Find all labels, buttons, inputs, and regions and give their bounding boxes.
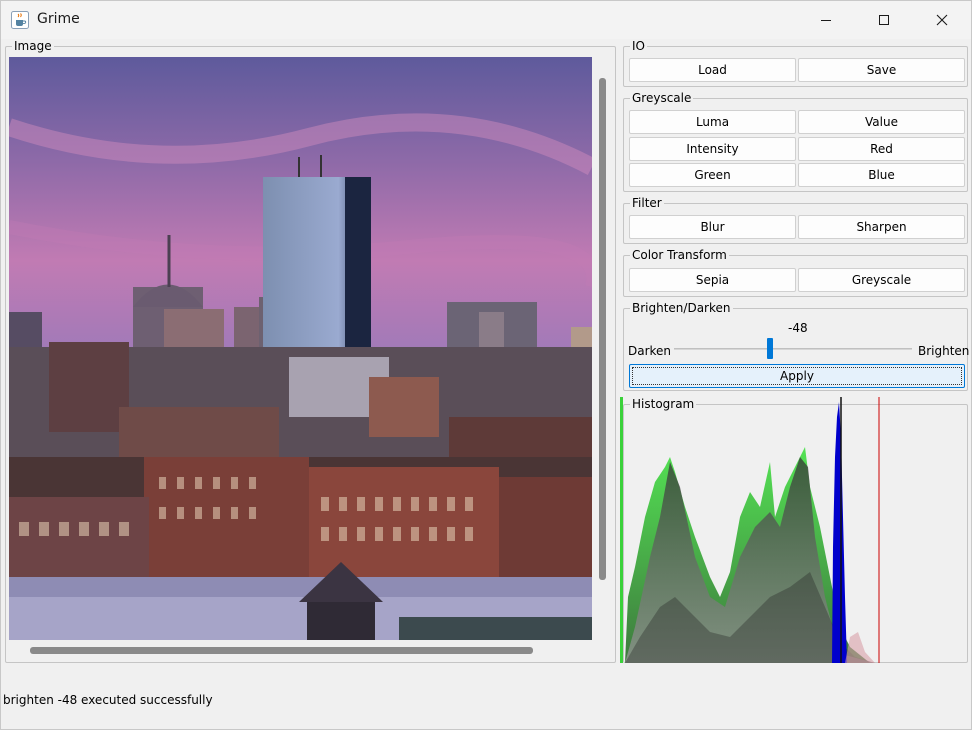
apply-button-label: Apply: [780, 369, 814, 383]
image-viewport[interactable]: [9, 57, 592, 640]
darken-label: Darken: [628, 344, 672, 358]
status-message: brighten -48 executed successfully: [3, 693, 213, 707]
green-button[interactable]: Green: [629, 163, 796, 187]
sepia-button[interactable]: Sepia: [629, 268, 796, 292]
intensity-button[interactable]: Intensity: [629, 137, 796, 161]
blur-button[interactable]: Blur: [629, 215, 796, 239]
window-title: Grime: [37, 11, 80, 27]
red-button[interactable]: Red: [798, 137, 965, 161]
maximize-icon: [879, 15, 889, 25]
filter-legend: Filter: [632, 196, 662, 210]
color-transform-legend: Color Transform: [632, 248, 727, 262]
histogram-blue-series: [832, 402, 847, 663]
histogram-left-edge: [620, 397, 623, 663]
title-bar[interactable]: Grime: [1, 1, 971, 39]
greyscale-legend: Greyscale: [632, 91, 692, 105]
main-window: Grime Image IO Load Save Greyscale Luma …: [0, 0, 972, 730]
maximize-button[interactable]: [855, 1, 913, 39]
apply-button[interactable]: Apply: [629, 364, 965, 388]
image-horizontal-scrollbar[interactable]: [30, 647, 533, 654]
color-greyscale-button[interactable]: Greyscale: [798, 268, 965, 292]
brightness-value-label: -48: [788, 321, 808, 335]
histogram-pink-series: [845, 632, 875, 663]
java-cup-icon: [11, 11, 29, 29]
brighten-darken-legend: Brighten/Darken: [632, 301, 731, 315]
blue-button[interactable]: Blue: [798, 163, 965, 187]
histogram-chart: [620, 397, 880, 663]
close-icon: [936, 14, 948, 26]
minimize-icon: [821, 20, 831, 21]
brightness-slider-track[interactable]: [674, 348, 912, 350]
value-button[interactable]: Value: [798, 110, 965, 134]
luma-button[interactable]: Luma: [629, 110, 796, 134]
save-button[interactable]: Save: [798, 58, 965, 82]
brightness-slider-thumb[interactable]: [767, 338, 773, 359]
image-vertical-scrollbar[interactable]: [599, 78, 606, 580]
close-button[interactable]: [913, 1, 971, 39]
city-skyline-image: [9, 57, 592, 640]
minimize-button[interactable]: [797, 1, 855, 39]
image-panel-legend: Image: [14, 39, 52, 53]
load-button[interactable]: Load: [629, 58, 796, 82]
brighten-label: Brighten: [918, 344, 970, 358]
sharpen-button[interactable]: Sharpen: [798, 215, 965, 239]
io-legend: IO: [632, 39, 645, 53]
